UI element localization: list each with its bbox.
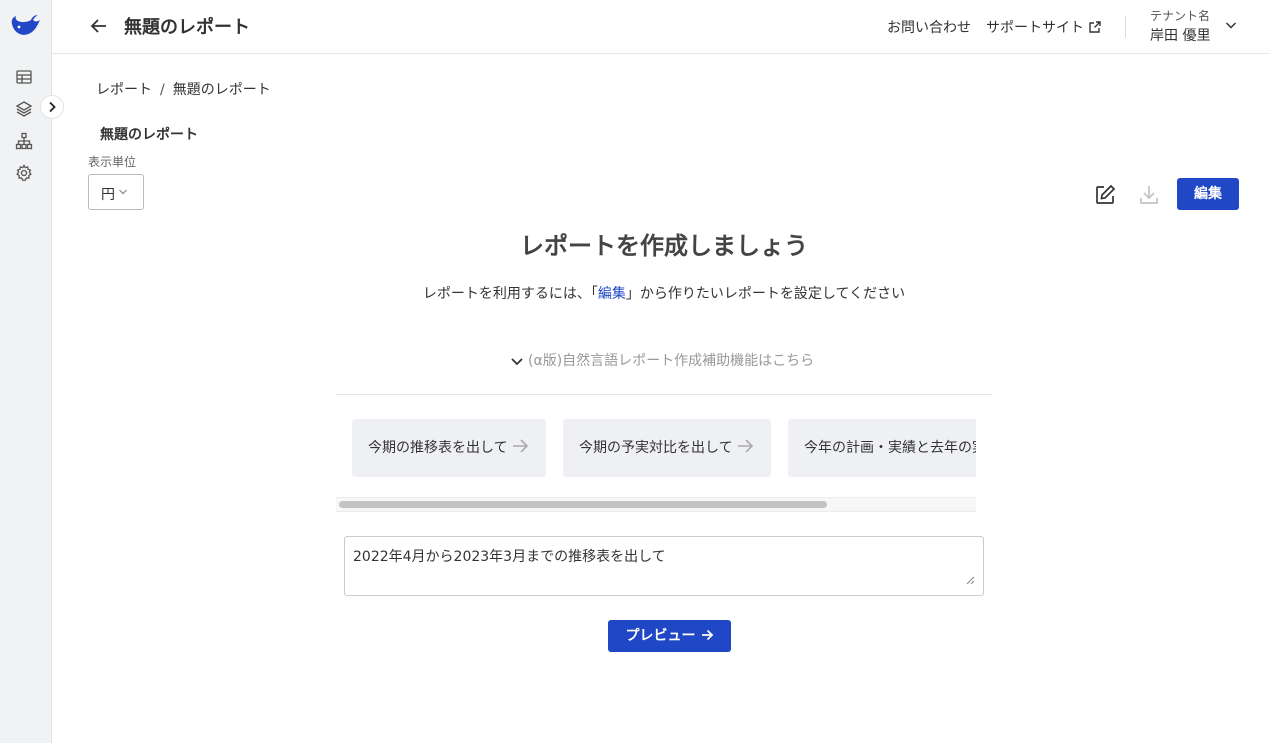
arrow-right-icon <box>701 629 713 641</box>
horizontal-scrollbar[interactable] <box>336 497 976 512</box>
divider <box>336 394 992 395</box>
breadcrumb-separator: / <box>160 82 165 98</box>
edit-button[interactable]: 編集 <box>1177 178 1239 210</box>
nl-assist-toggle[interactable]: (α版)自然言語レポート作成補助機能はこちら <box>510 350 814 370</box>
external-link-icon <box>1089 21 1101 33</box>
sidebar-expand-button[interactable] <box>40 95 64 119</box>
scrollbar-thumb[interactable] <box>339 501 827 508</box>
breadcrumb-current: 無題のレポート <box>172 82 271 98</box>
download-icon[interactable] <box>1137 183 1161 207</box>
report-name: 無題のレポート <box>100 127 198 143</box>
user-name: 岸田 優里 <box>1150 28 1211 44</box>
hierarchy-icon[interactable] <box>14 131 34 151</box>
chevron-right-icon <box>49 101 56 113</box>
instruction-edit-link[interactable]: 編集 <box>598 286 626 302</box>
top-header: 無題のレポート お問い合わせ サポートサイト テナント名 岸田 優里 <box>52 0 1270 54</box>
suggestion-chip-label: 今期の推移表を出して <box>368 440 508 456</box>
preview-button[interactable]: プレビュー <box>608 620 731 652</box>
pencil-edit-icon[interactable] <box>1093 183 1117 207</box>
whale-logo-icon[interactable] <box>10 12 42 40</box>
arrow-right-icon <box>512 439 528 453</box>
settings-icon[interactable] <box>14 163 34 183</box>
breadcrumb-parent[interactable]: レポート <box>96 82 152 98</box>
chevron-down-icon <box>511 358 523 366</box>
suggestion-chip-label: 今期の予実対比を出して <box>579 440 733 456</box>
empty-state-heading: レポートを作成しましょう <box>520 232 808 260</box>
display-unit-label: 表示単位 <box>88 155 137 169</box>
support-site-link[interactable]: サポートサイト <box>986 17 1102 37</box>
breadcrumb: レポート / 無題のレポート <box>96 79 271 99</box>
contact-link[interactable]: お問い合わせ <box>887 17 971 37</box>
resize-handle-icon[interactable] <box>965 575 975 585</box>
header-divider <box>1125 16 1126 38</box>
table-icon[interactable] <box>14 67 34 87</box>
tenant-menu[interactable]: テナント名 岸田 優里 <box>1150 7 1210 45</box>
chevron-down-icon <box>119 189 127 195</box>
suggestion-chip[interactable]: 今期の推移表を出して <box>352 419 546 477</box>
chevron-down-icon[interactable] <box>1224 18 1238 32</box>
nl-prompt-text: 2022年4月から2023年3月までの推移表を出して <box>353 549 666 565</box>
display-unit-select[interactable]: 円 <box>88 174 144 210</box>
layers-icon[interactable] <box>14 99 34 119</box>
suggestion-chip-list: 今期の推移表を出して 今期の予実対比を出して 今年の計画・実績と去年の実績を出し… <box>336 409 976 497</box>
nl-assist-toggle-label: (α版)自然言語レポート作成補助機能はこちら <box>528 353 815 369</box>
instruction-text-after: 」から作りたいレポートを設定してください <box>625 286 906 302</box>
page-title: 無題のレポート <box>124 17 250 38</box>
suggestion-chip[interactable]: 今年の計画・実績と去年の実績を出して <box>788 419 976 477</box>
empty-state-instruction: レポートを利用するには、「編集」から作りたいレポートを設定してください <box>0 283 1270 303</box>
support-site-label: サポートサイト <box>986 20 1084 36</box>
tenant-name-label: テナント名 <box>1150 9 1211 23</box>
suggestion-chip-label: 今年の計画・実績と去年の実績を出して <box>804 440 976 456</box>
instruction-text-before: レポートを利用するには、「 <box>422 286 598 302</box>
back-arrow-icon[interactable] <box>88 15 110 37</box>
suggestion-chip[interactable]: 今期の予実対比を出して <box>563 419 771 477</box>
arrow-right-icon <box>737 439 753 453</box>
display-unit-value: 円 <box>101 187 115 203</box>
preview-button-label: プレビュー <box>625 628 696 644</box>
nl-prompt-textarea[interactable]: 2022年4月から2023年3月までの推移表を出して <box>344 536 984 596</box>
